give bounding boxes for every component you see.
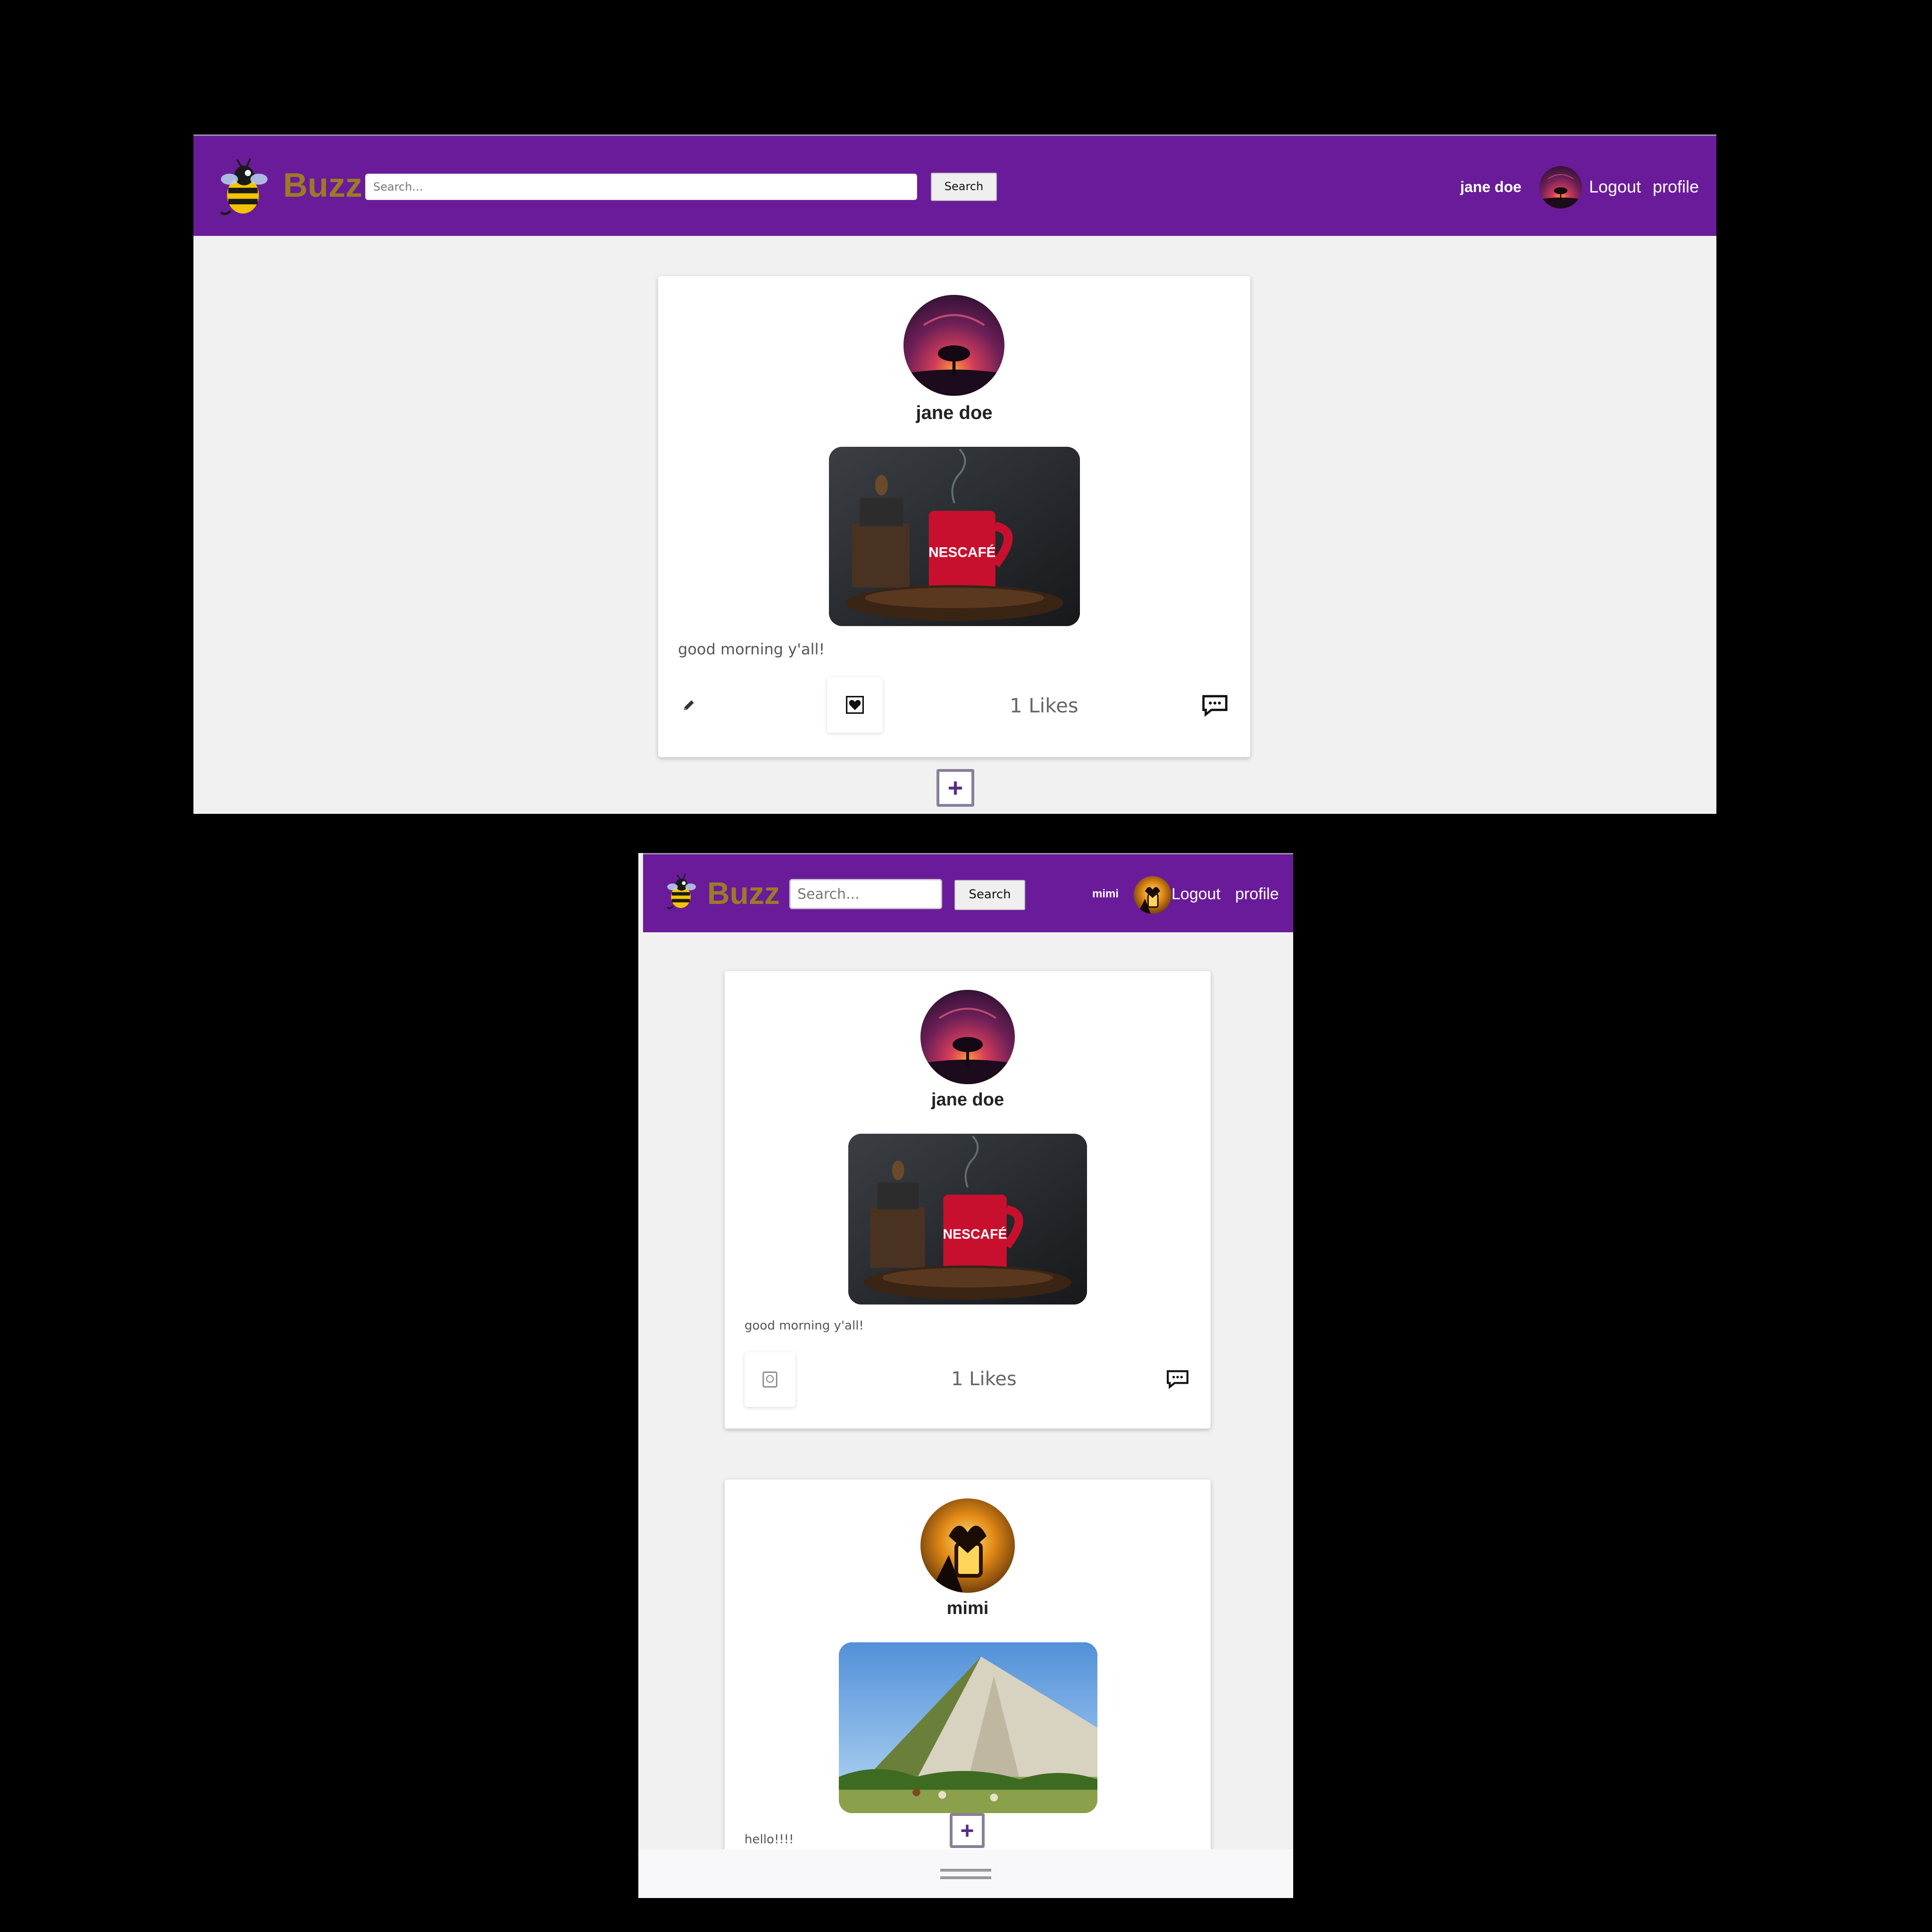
post-image xyxy=(839,1642,1097,1813)
pencil-icon[interactable] xyxy=(677,694,701,717)
search-button[interactable]: Search xyxy=(931,173,997,201)
profile-link[interactable]: profile xyxy=(1653,175,1699,199)
heart-icon xyxy=(762,1372,778,1388)
author-name[interactable]: mimi xyxy=(725,1598,1211,1619)
brand-name[interactable]: Buzz xyxy=(283,164,362,207)
bee-logo-icon[interactable] xyxy=(212,157,274,218)
navbar-mobile: Buzz Search mimi Logout profile xyxy=(643,853,1293,932)
author-avatar[interactable] xyxy=(920,990,1015,1084)
add-post-button[interactable]: + xyxy=(937,769,974,807)
like-button[interactable] xyxy=(744,1352,795,1407)
likes-count: 1 Likes xyxy=(951,1368,1017,1390)
post-image xyxy=(848,1134,1087,1305)
post-card: jane doe good morning y'all! 1 Likes xyxy=(658,276,1250,757)
like-button[interactable] xyxy=(827,677,883,733)
author-avatar[interactable] xyxy=(903,295,1004,396)
brand-name[interactable]: Buzz xyxy=(707,874,780,912)
desktop-view: Buzz Search jane doe Logout profile jane… xyxy=(193,134,1716,814)
search-input[interactable] xyxy=(365,174,917,200)
heart-icon xyxy=(846,696,864,714)
feed-area: jane doe good morning y'all! 1 Likes + xyxy=(193,236,1716,814)
author-avatar[interactable] xyxy=(920,1498,1015,1593)
likes-count: 1 Likes xyxy=(1010,694,1079,717)
mobile-view: Buzz Search mimi Logout profile jane doe… xyxy=(638,853,1293,1898)
user-avatar[interactable] xyxy=(1539,166,1582,209)
post-caption: hello!!!! xyxy=(744,1832,794,1847)
author-name[interactable]: jane doe xyxy=(658,402,1250,424)
logout-link[interactable]: Logout xyxy=(1171,884,1221,904)
post-image xyxy=(829,447,1080,626)
logout-link[interactable]: Logout xyxy=(1589,175,1641,199)
navbar: Buzz Search jane doe Logout profile xyxy=(193,134,1716,236)
bottom-sheet-handle-bar[interactable] xyxy=(638,1849,1293,1898)
add-post-button[interactable]: + xyxy=(950,1813,985,1848)
search-input[interactable] xyxy=(789,879,942,909)
nav-username: jane doe xyxy=(1460,178,1522,195)
post-caption: good morning y'all! xyxy=(744,1319,864,1333)
comment-icon[interactable] xyxy=(1163,1366,1192,1392)
profile-link[interactable]: profile xyxy=(1235,884,1279,904)
user-avatar[interactable] xyxy=(1134,876,1171,914)
drag-handle-icon[interactable] xyxy=(940,1868,991,1879)
comment-icon[interactable] xyxy=(1198,691,1231,719)
author-name[interactable]: jane doe xyxy=(725,1090,1211,1110)
bee-logo-icon[interactable] xyxy=(662,873,700,911)
nav-username: mimi xyxy=(1092,887,1119,900)
post-card: jane doe good morning y'all! 1 Likes xyxy=(725,971,1211,1429)
post-caption: good morning y'all! xyxy=(678,640,825,658)
search-button[interactable]: Search xyxy=(954,880,1025,910)
